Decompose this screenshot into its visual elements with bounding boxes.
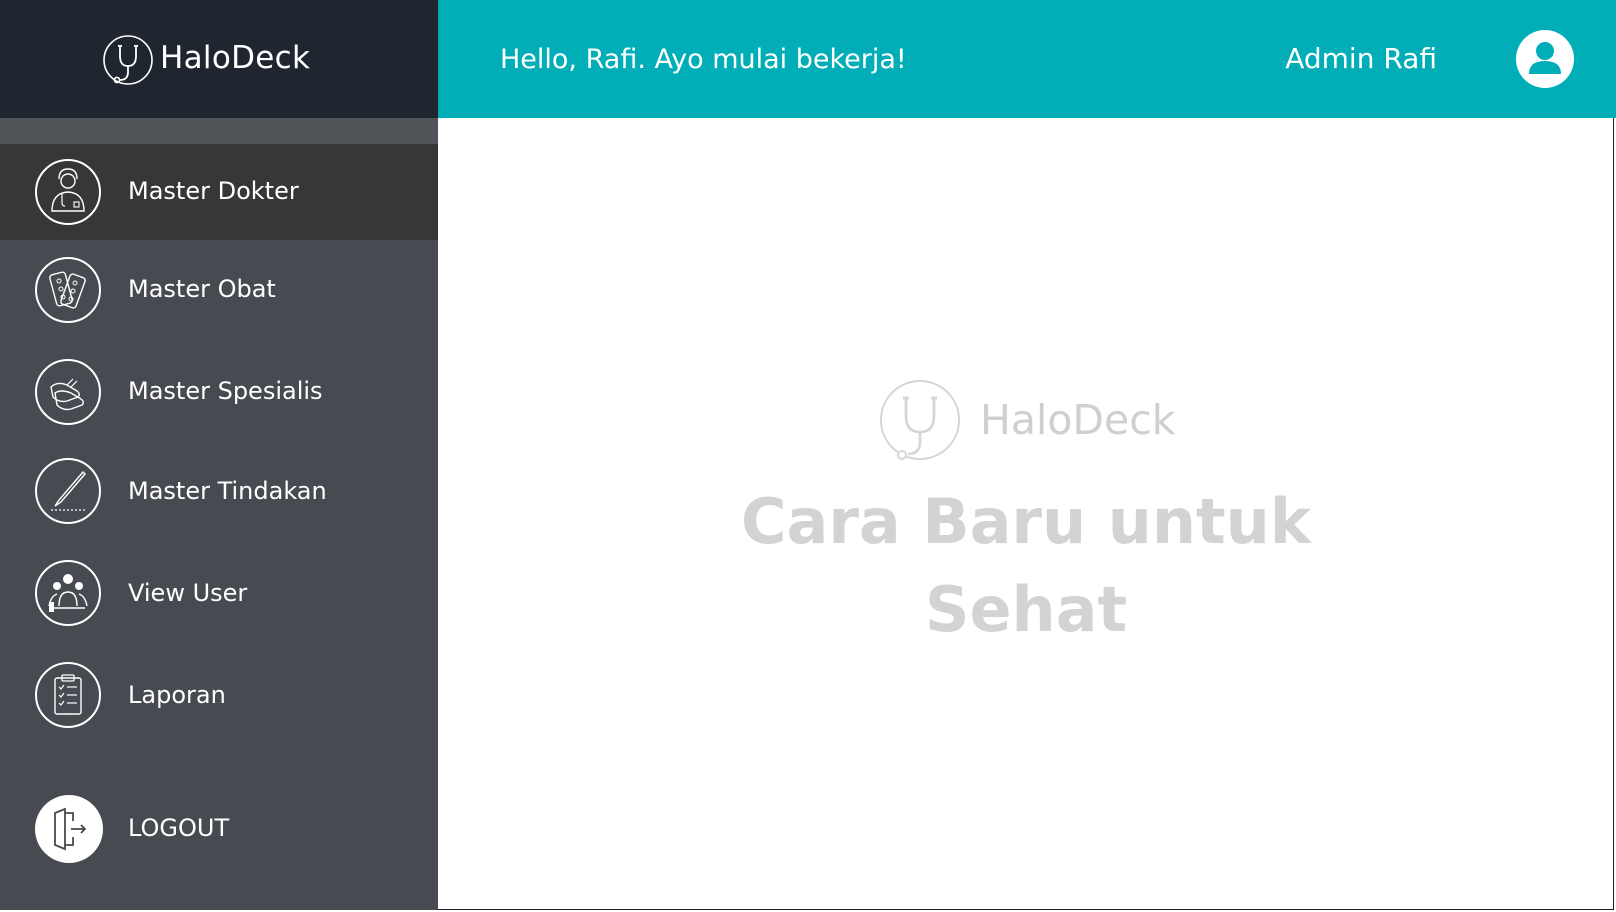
main-content: HaloDeck Cara Baru untuk Sehat bbox=[438, 118, 1614, 908]
logout-button[interactable]: LOGOUT bbox=[0, 778, 438, 874]
sidebar-item-master-tindakan[interactable]: Master Tindakan bbox=[0, 444, 438, 540]
tagline-line-1: Cara Baru untuk bbox=[740, 485, 1312, 558]
greeting-text: Hello, Rafi. Ayo mulai bekerja! bbox=[500, 44, 907, 75]
logout-label: LOGOUT bbox=[128, 814, 230, 842]
sidebar-item-label: Master Obat bbox=[128, 275, 276, 303]
brand-header: HaloDeck bbox=[0, 0, 438, 118]
sidebar-item-view-user[interactable]: View User bbox=[0, 546, 438, 642]
sidebar-item-laporan[interactable]: Laporan bbox=[0, 648, 438, 744]
gloves-icon bbox=[35, 359, 101, 425]
tagline: Cara Baru untuk Sehat bbox=[438, 478, 1614, 654]
clipboard-icon bbox=[35, 662, 101, 728]
app-name: HaloDeck bbox=[160, 40, 311, 76]
sidebar-item-label: Master Dokter bbox=[128, 177, 299, 205]
tagline-line-2: Sehat bbox=[924, 573, 1128, 646]
sidebar-divider bbox=[0, 118, 438, 144]
logout-icon bbox=[35, 795, 103, 863]
top-bar: Hello, Rafi. Ayo mulai bekerja! Admin Ra… bbox=[438, 0, 1616, 118]
sidebar-item-master-obat[interactable]: Master Obat bbox=[0, 242, 438, 338]
sidebar-item-master-dokter[interactable]: Master Dokter bbox=[0, 144, 438, 240]
sidebar-item-label: Laporan bbox=[128, 681, 226, 709]
sidebar-item-label: Master Tindakan bbox=[128, 477, 327, 505]
user-name[interactable]: Admin Rafi bbox=[1285, 42, 1437, 75]
sidebar: Master Dokter Master Obat Master Spesial… bbox=[0, 118, 438, 910]
stethoscope-watermark-icon bbox=[880, 380, 960, 460]
hero-brand-name: HaloDeck bbox=[980, 396, 1176, 444]
scalpel-icon bbox=[35, 458, 101, 524]
sidebar-item-label: Master Spesialis bbox=[128, 377, 323, 405]
pills-icon bbox=[35, 257, 101, 323]
doctor-icon bbox=[35, 159, 101, 225]
users-icon bbox=[35, 560, 101, 626]
sidebar-item-master-spesialis[interactable]: Master Spesialis bbox=[0, 344, 438, 440]
sidebar-item-label: View User bbox=[128, 579, 248, 607]
stethoscope-logo-icon bbox=[103, 35, 153, 85]
user-avatar-icon[interactable] bbox=[1516, 30, 1574, 88]
